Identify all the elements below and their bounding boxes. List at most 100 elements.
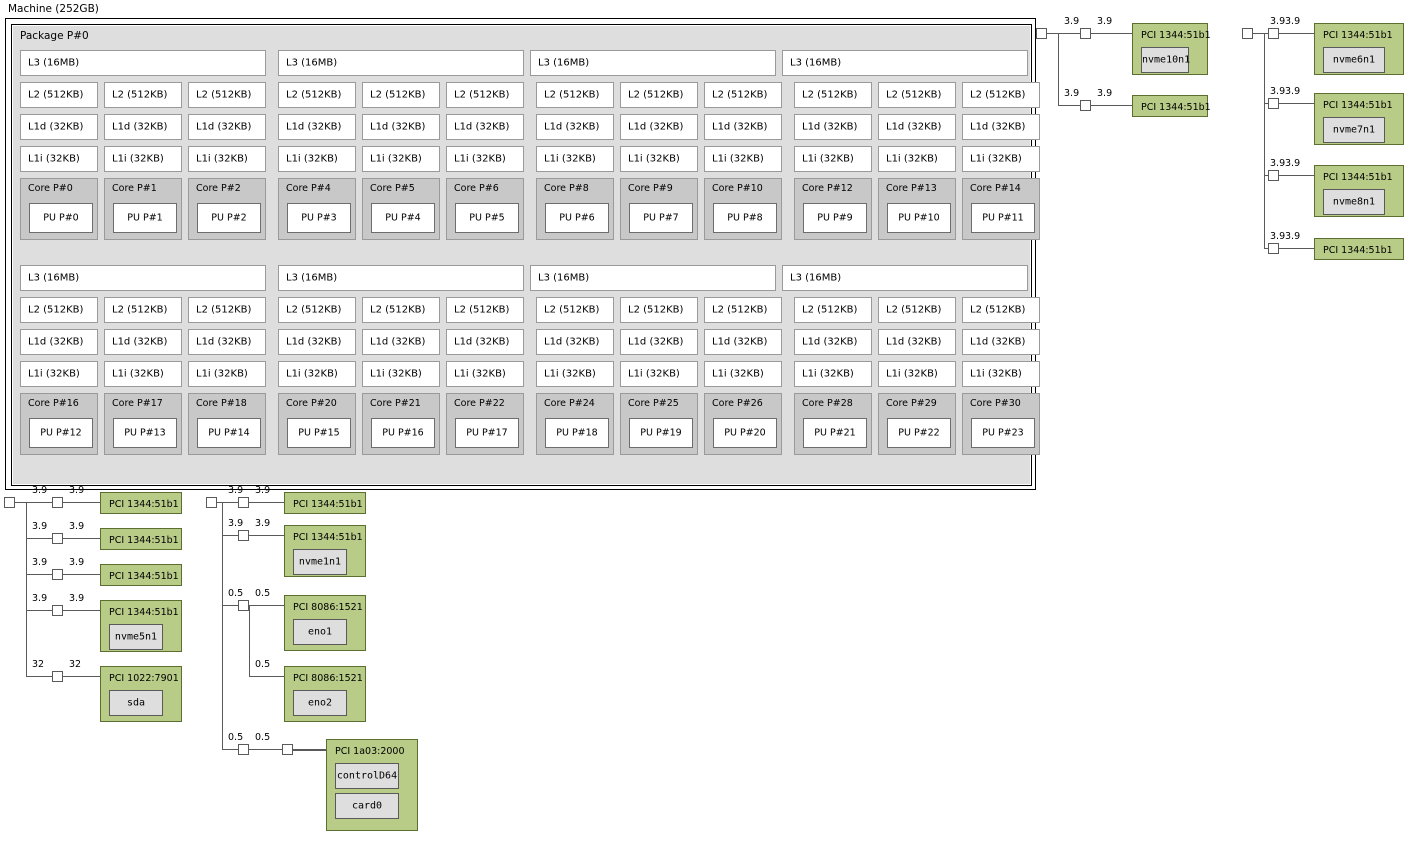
l2-cache-box: L2 (512KB) — [962, 82, 1040, 108]
io-link-right — [63, 502, 100, 503]
l1d-cache-box: L1d (32KB) — [620, 114, 698, 140]
pci-device-label: PCI 1022:7901 — [109, 673, 179, 684]
os-device-label: nvme1n1 — [298, 556, 342, 568]
os-device-box[interactable]: controlD64 — [335, 763, 399, 789]
pci-device-box[interactable]: PCI 1344:51b1 nvme1n1 — [284, 525, 366, 577]
l2-cache-box: L2 (512KB) — [446, 297, 524, 323]
os-device-box[interactable]: nvme1n1 — [293, 549, 347, 575]
io-tree-node[interactable] — [1268, 243, 1279, 254]
pci-device-box[interactable]: PCI 1344:51b1 — [284, 492, 366, 514]
core-label: Core P#1 — [112, 183, 157, 194]
os-device-box[interactable]: card0 — [335, 793, 399, 819]
io-tree-root-node[interactable] — [1242, 28, 1253, 39]
pci-device-box[interactable]: PCI 1344:51b1 nvme5n1 — [100, 600, 182, 652]
io-tree-node[interactable] — [1268, 28, 1279, 39]
l2-cache-box: L2 (512KB) — [362, 82, 440, 108]
l1i-cache-label: L1i (32KB) — [454, 368, 506, 380]
l2-cache-label: L2 (512KB) — [112, 89, 168, 101]
l2-cache-box: L2 (512KB) — [362, 297, 440, 323]
io-tree-node[interactable] — [1080, 28, 1091, 39]
l2-cache-label: L2 (512KB) — [970, 304, 1026, 316]
pu-label: PU P#12 — [40, 427, 82, 439]
os-device-box[interactable]: nvme6n1 — [1323, 47, 1385, 73]
core-box: Core P#24 PU P#18 — [536, 393, 614, 455]
l2-cache-label: L2 (512KB) — [112, 304, 168, 316]
os-device-box[interactable]: nvme10n1 — [1141, 47, 1190, 73]
pci-device-box[interactable]: PCI 1a03:2000 controlD64 card0 — [326, 739, 418, 831]
os-device-box[interactable]: nvme8n1 — [1323, 189, 1385, 215]
core-label: Core P#18 — [196, 398, 247, 409]
cpu-grid: L3 (16MB) L3 (16MB) L3 (16MB) L3 (16MB) L2 (… — [20, 50, 1040, 480]
io-tree-node[interactable] — [1268, 170, 1279, 181]
pci-device-box[interactable]: PCI 1344:51b1 nvme8n1 — [1314, 165, 1404, 217]
core-label: Core P#29 — [886, 398, 937, 409]
core-box: Core P#30 PU P#23 — [962, 393, 1040, 455]
l2-cache-label: L2 (512KB) — [628, 89, 684, 101]
io-tree-node[interactable] — [52, 605, 63, 616]
l1i-cache-label: L1i (32KB) — [886, 153, 938, 165]
io-link-right — [249, 502, 284, 503]
io-tree-node[interactable] — [1080, 100, 1091, 111]
bandwidth-label-right: 3.9 — [1285, 16, 1301, 27]
l2-cache-label: L2 (512KB) — [286, 89, 342, 101]
pu-label: PU P#10 — [898, 212, 940, 224]
l2-cache-label: L2 (512KB) — [886, 304, 942, 316]
pu-label: PU P#13 — [124, 427, 166, 439]
pu-box: PU P#21 — [803, 418, 867, 448]
io-tree-node[interactable] — [238, 600, 249, 611]
io-tree-node[interactable] — [238, 744, 249, 755]
pci-device-box[interactable]: PCI 1344:51b1 — [1132, 95, 1211, 117]
bandwidth-label-right: 3.9 — [1097, 88, 1113, 99]
l2-cache-label: L2 (512KB) — [544, 89, 600, 101]
io-tree-node[interactable] — [238, 530, 249, 541]
l1d-cache-box: L1d (32KB) — [20, 329, 98, 355]
l1i-cache-box: L1i (32KB) — [794, 146, 872, 172]
io-tree-node[interactable] — [238, 497, 249, 508]
io-trunk-line — [1058, 33, 1059, 106]
pu-label: PU P#2 — [211, 212, 247, 224]
l1d-cache-label: L1d (32KB) — [454, 336, 510, 348]
os-device-label: controlD64 — [336, 770, 398, 782]
pci-device-label: PCI 1344:51b1 — [1323, 245, 1393, 256]
io-link-right — [63, 610, 100, 611]
pci-device-box[interactable]: PCI 8086:1521 eno1 — [284, 595, 366, 651]
l1d-cache-box: L1d (32KB) — [704, 114, 782, 140]
io-tree-node[interactable] — [282, 744, 293, 755]
l1i-cache-box: L1i (32KB) — [278, 146, 356, 172]
os-device-box[interactable]: nvme5n1 — [109, 624, 163, 650]
core-label: Core P#25 — [628, 398, 679, 409]
io-tree-root-node[interactable] — [4, 497, 15, 508]
io-tree-node[interactable] — [52, 671, 63, 682]
io-tree-node[interactable] — [52, 569, 63, 580]
l3-cache-box: L3 (16MB) — [20, 265, 266, 291]
io-subtrunk-line — [249, 605, 250, 677]
pu-label: PU P#4 — [385, 212, 421, 224]
pci-device-box[interactable]: PCI 8086:1521 eno2 — [284, 666, 366, 722]
io-tree-root-node[interactable] — [206, 497, 217, 508]
l1d-cache-box: L1d (32KB) — [878, 114, 956, 140]
io-tree-node[interactable] — [52, 497, 63, 508]
l1i-cache-label: L1i (32KB) — [286, 368, 338, 380]
os-device-box[interactable]: sda — [109, 690, 163, 716]
io-tree-root-node[interactable] — [1036, 28, 1047, 39]
io-tree-a: 3.9 3.9 PCI 1344:51b1 nvme10n1 3.9 3.9 PCI 134… — [1036, 16, 1236, 150]
pci-device-box[interactable]: PCI 1344:51b1 nvme7n1 — [1314, 93, 1404, 145]
os-device-box[interactable]: eno1 — [293, 619, 347, 645]
l3-cache-label: L3 (16MB) — [790, 57, 842, 69]
os-device-box[interactable]: nvme7n1 — [1323, 117, 1385, 143]
io-tree-node[interactable] — [52, 533, 63, 544]
core-box: Core P#8 PU P#6 — [536, 178, 614, 240]
io-tree-node[interactable] — [1268, 98, 1279, 109]
pci-device-box[interactable]: PCI 1344:51b1 nvme10n1 — [1132, 23, 1211, 75]
pci-device-box[interactable]: PCI 1344:51b1 nvme6n1 — [1314, 23, 1404, 75]
pci-device-box[interactable]: PCI 1344:51b1 — [100, 564, 182, 586]
pci-device-box[interactable]: PCI 1344:51b1 — [1314, 238, 1404, 260]
core-box: Core P#28 PU P#21 — [794, 393, 872, 455]
pci-device-box[interactable]: PCI 1344:51b1 — [100, 492, 182, 514]
pu-box: PU P#1 — [113, 203, 177, 233]
os-device-box[interactable]: eno2 — [293, 690, 347, 716]
pu-box: PU P#5 — [455, 203, 519, 233]
l1i-cache-box: L1i (32KB) — [362, 146, 440, 172]
pci-device-box[interactable]: PCI 1022:7901 sda — [100, 666, 182, 722]
pci-device-box[interactable]: PCI 1344:51b1 — [100, 528, 182, 550]
